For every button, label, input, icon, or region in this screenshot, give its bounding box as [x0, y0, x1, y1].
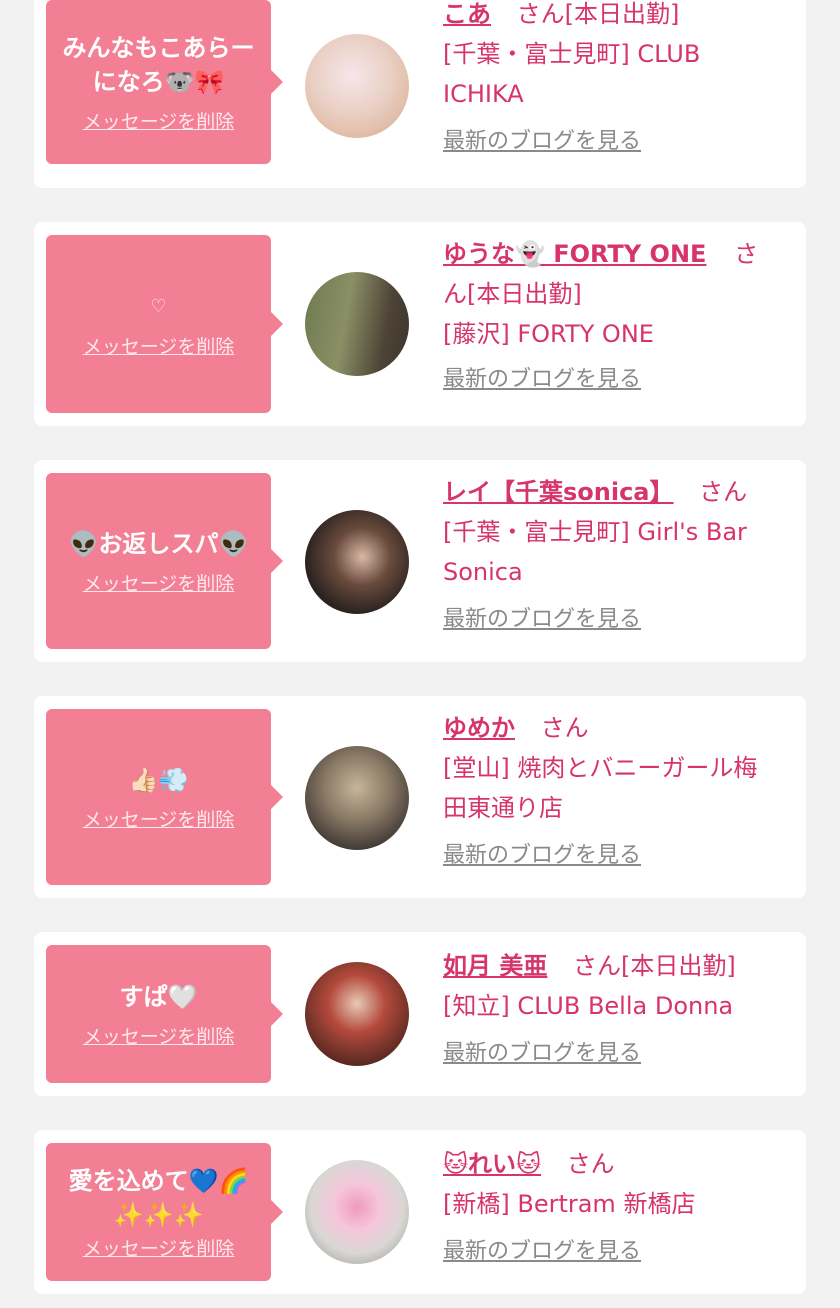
avatar[interactable]	[305, 962, 409, 1066]
profile-info: 🐱れい🐱 さん [新橋] Bertram 新橋店 最新のブログを見る	[443, 1144, 793, 1268]
message-text: すぱ🤍	[119, 982, 198, 1011]
blog-link[interactable]: 最新のブログを見る	[443, 364, 793, 396]
profile-info: ゆめか さん [堂山] 焼肉とバニーガール梅 田東通り店 最新のブログを見る	[443, 708, 793, 872]
message-card: 愛を込めて💙🌈✨✨✨ メッセージを削除 🐱れい🐱 さん [新橋] Bertram…	[34, 1130, 806, 1294]
profile-name-link[interactable]: 如月 美亜	[443, 952, 547, 980]
name-suffix: さん[本日出勤]	[573, 952, 736, 980]
blog-link[interactable]: 最新のブログを見る	[443, 126, 793, 158]
blog-link[interactable]: 最新のブログを見る	[443, 1236, 793, 1268]
profile-info: こあ さん[本日出勤] [千葉・富士見町] CLUB ICHIKA 最新のブログ…	[443, 0, 793, 158]
delete-message-link[interactable]: メッセージを削除	[83, 569, 235, 596]
profile-name-link[interactable]: ゆめか	[443, 714, 515, 742]
message-bubble: ♡ メッセージを削除	[46, 235, 283, 413]
avatar[interactable]	[305, 746, 409, 850]
message-text: ♡	[150, 295, 167, 317]
message-card: 👍🏻💨 メッセージを削除 ゆめか さん [堂山] 焼肉とバニーガール梅 田東通り…	[34, 696, 806, 898]
profile-name-link[interactable]: こあ	[443, 0, 491, 28]
message-bubble: 愛を込めて💙🌈✨✨✨ メッセージを削除	[46, 1143, 283, 1281]
message-list: みんなもこあらーになろ🐨🎀 メッセージを削除 こあ さん[本日出勤] [千葉・富…	[0, 0, 840, 1308]
avatar[interactable]	[305, 34, 409, 138]
shop-info: [藤沢] FORTY ONE	[443, 320, 654, 348]
profile-info: レイ【千葉sonica】 さん [千葉・富士見町] Girl's Bar Son…	[443, 472, 793, 636]
shop-info: [新橋] Bertram 新橋店	[443, 1190, 696, 1218]
shop-info: [千葉・富士見町] Girl's Bar	[443, 518, 747, 546]
shop-info: [千葉・富士見町] CLUB	[443, 40, 701, 68]
profile-name-link[interactable]: 🐱れい🐱	[443, 1150, 541, 1178]
delete-message-link[interactable]: メッセージを削除	[83, 107, 235, 134]
delete-message-link[interactable]: メッセージを削除	[83, 1022, 235, 1049]
profile-info: ゆうな👻 FORTY ONE さ ん[本日出勤] [藤沢] FORTY ONE …	[443, 234, 793, 396]
message-bubble: 👍🏻💨 メッセージを削除	[46, 709, 283, 885]
profile-name-link[interactable]: ゆうな👻 FORTY ONE	[443, 240, 706, 268]
avatar[interactable]	[305, 510, 409, 614]
blog-link[interactable]: 最新のブログを見る	[443, 840, 793, 872]
shop-info: 田東通り店	[443, 794, 563, 822]
avatar[interactable]	[305, 1160, 409, 1264]
message-text: 👍🏻💨	[128, 765, 189, 794]
delete-message-link[interactable]: メッセージを削除	[83, 1234, 235, 1261]
blog-link[interactable]: 最新のブログを見る	[443, 1038, 793, 1070]
name-suffix: さん[本日出勤]	[516, 0, 680, 28]
name-suffix: さん	[699, 478, 748, 506]
name-suffix: ん[本日出勤]	[443, 280, 582, 308]
name-suffix: さん	[540, 714, 589, 742]
avatar[interactable]	[305, 272, 409, 376]
profile-name-link[interactable]: レイ【千葉sonica】	[443, 478, 674, 506]
name-suffix: さ	[734, 240, 759, 268]
profile-info: 如月 美亜 さん[本日出勤] [知立] CLUB Bella Donna 最新の…	[443, 946, 793, 1070]
blog-link[interactable]: 最新のブログを見る	[443, 604, 793, 636]
shop-info: Sonica	[443, 558, 523, 586]
message-card: 👽お返しスパ👽 メッセージを削除 レイ【千葉sonica】 さん [千葉・富士見…	[34, 460, 806, 662]
delete-message-link[interactable]: メッセージを削除	[83, 332, 235, 359]
message-bubble: 👽お返しスパ👽 メッセージを削除	[46, 473, 283, 649]
message-bubble: みんなもこあらーになろ🐨🎀 メッセージを削除	[46, 0, 283, 164]
message-text: みんなもこあらーになろ🐨🎀	[62, 33, 255, 96]
name-suffix: さん	[566, 1150, 615, 1178]
delete-message-link[interactable]: メッセージを削除	[83, 805, 235, 832]
shop-info: [知立] CLUB Bella Donna	[443, 992, 734, 1020]
message-card: ♡ メッセージを削除 ゆうな👻 FORTY ONE さ ん[本日出勤] [藤沢]…	[34, 222, 806, 426]
shop-info: ICHIKA	[443, 80, 524, 108]
shop-info: [堂山] 焼肉とバニーガール梅	[443, 754, 758, 782]
message-text: 👽お返しスパ👽	[68, 529, 249, 558]
message-text: 愛を込めて💙🌈✨✨✨	[68, 1166, 249, 1229]
message-bubble: すぱ🤍 メッセージを削除	[46, 945, 283, 1083]
message-card: みんなもこあらーになろ🐨🎀 メッセージを削除 こあ さん[本日出勤] [千葉・富…	[34, 0, 806, 188]
message-card: すぱ🤍 メッセージを削除 如月 美亜 さん[本日出勤] [知立] CLUB Be…	[34, 932, 806, 1096]
